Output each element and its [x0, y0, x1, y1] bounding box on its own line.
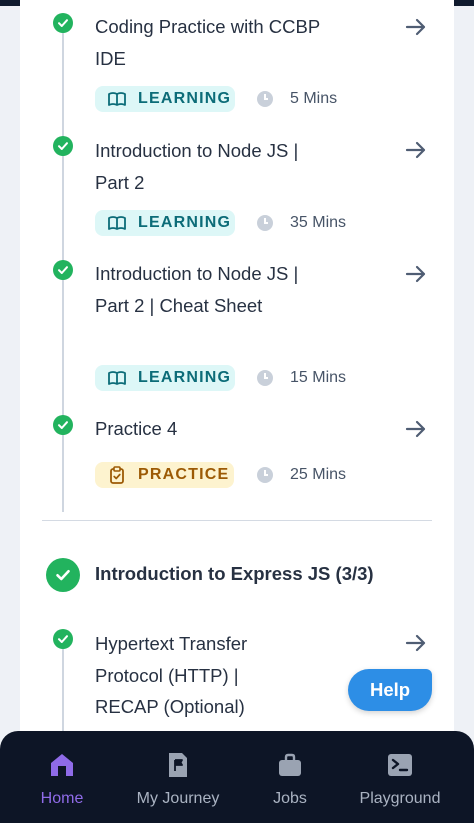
bottom-navigation: Home My Journey Jobs Playground	[0, 731, 474, 823]
duration-text: 25 Mins	[290, 466, 347, 483]
learning-badge: LEARNING	[95, 86, 235, 112]
book-icon	[107, 89, 127, 109]
help-button[interactable]: Help	[348, 669, 432, 711]
home-icon	[48, 751, 76, 779]
clock-icon	[257, 91, 273, 107]
arrow-right-icon[interactable]	[402, 136, 430, 164]
duration-text: 15 Mins	[290, 369, 347, 386]
flag-document-icon	[164, 751, 192, 779]
nav-label: Home	[40, 790, 84, 807]
nav-label: My Journey	[136, 790, 220, 807]
tag-label: LEARNING	[138, 369, 232, 386]
nav-label: Jobs	[273, 790, 307, 807]
duration-text: 5 Mins	[290, 90, 338, 107]
nav-item-jobs[interactable]: Jobs	[255, 731, 325, 823]
completed-check-icon	[53, 136, 73, 156]
section-completed-check-icon	[46, 558, 80, 592]
clock-icon	[257, 467, 273, 483]
arrow-right-icon[interactable]	[402, 629, 430, 657]
completed-check-icon	[53, 260, 73, 280]
practice-badge: PRACTICE	[95, 462, 234, 488]
arrow-right-icon[interactable]	[402, 260, 430, 288]
tag-label: PRACTICE	[138, 466, 230, 483]
item-title: Practice 4	[95, 418, 178, 439]
completed-check-icon	[53, 13, 73, 33]
item-title: Hypertext Transfer Protocol (HTTP) | REC…	[95, 633, 248, 717]
briefcase-icon	[276, 751, 304, 779]
book-icon	[107, 213, 127, 233]
completed-check-icon	[53, 629, 73, 649]
nav-label: Playground	[359, 790, 441, 807]
book-icon	[107, 368, 127, 388]
timeline-line	[62, 645, 64, 735]
learning-badge: LEARNING	[95, 210, 235, 236]
section-title[interactable]: Introduction to Express JS (3/3)	[95, 563, 374, 585]
tag-label: LEARNING	[138, 90, 232, 107]
tag-label: LEARNING	[138, 214, 232, 231]
duration-text: 35 Mins	[290, 214, 347, 231]
item-title: Introduction to Node JS | Part 2	[95, 140, 299, 193]
item-title: Introduction to Node JS | Part 2 | Cheat…	[95, 263, 299, 316]
nav-item-my-journey[interactable]: My Journey	[128, 731, 228, 823]
arrow-right-icon[interactable]	[402, 415, 430, 443]
clock-icon	[257, 215, 273, 231]
section-divider	[42, 520, 432, 521]
completed-check-icon	[53, 415, 73, 435]
terminal-icon	[386, 751, 414, 779]
arrow-right-icon[interactable]	[402, 13, 430, 41]
learning-badge: LEARNING	[95, 365, 235, 391]
nav-item-playground[interactable]: Playground	[350, 731, 450, 823]
clipboard-check-icon	[107, 465, 127, 485]
clock-icon	[257, 370, 273, 386]
nav-item-home[interactable]: Home	[22, 731, 102, 823]
item-title: Coding Practice with CCBP IDE	[95, 16, 320, 69]
